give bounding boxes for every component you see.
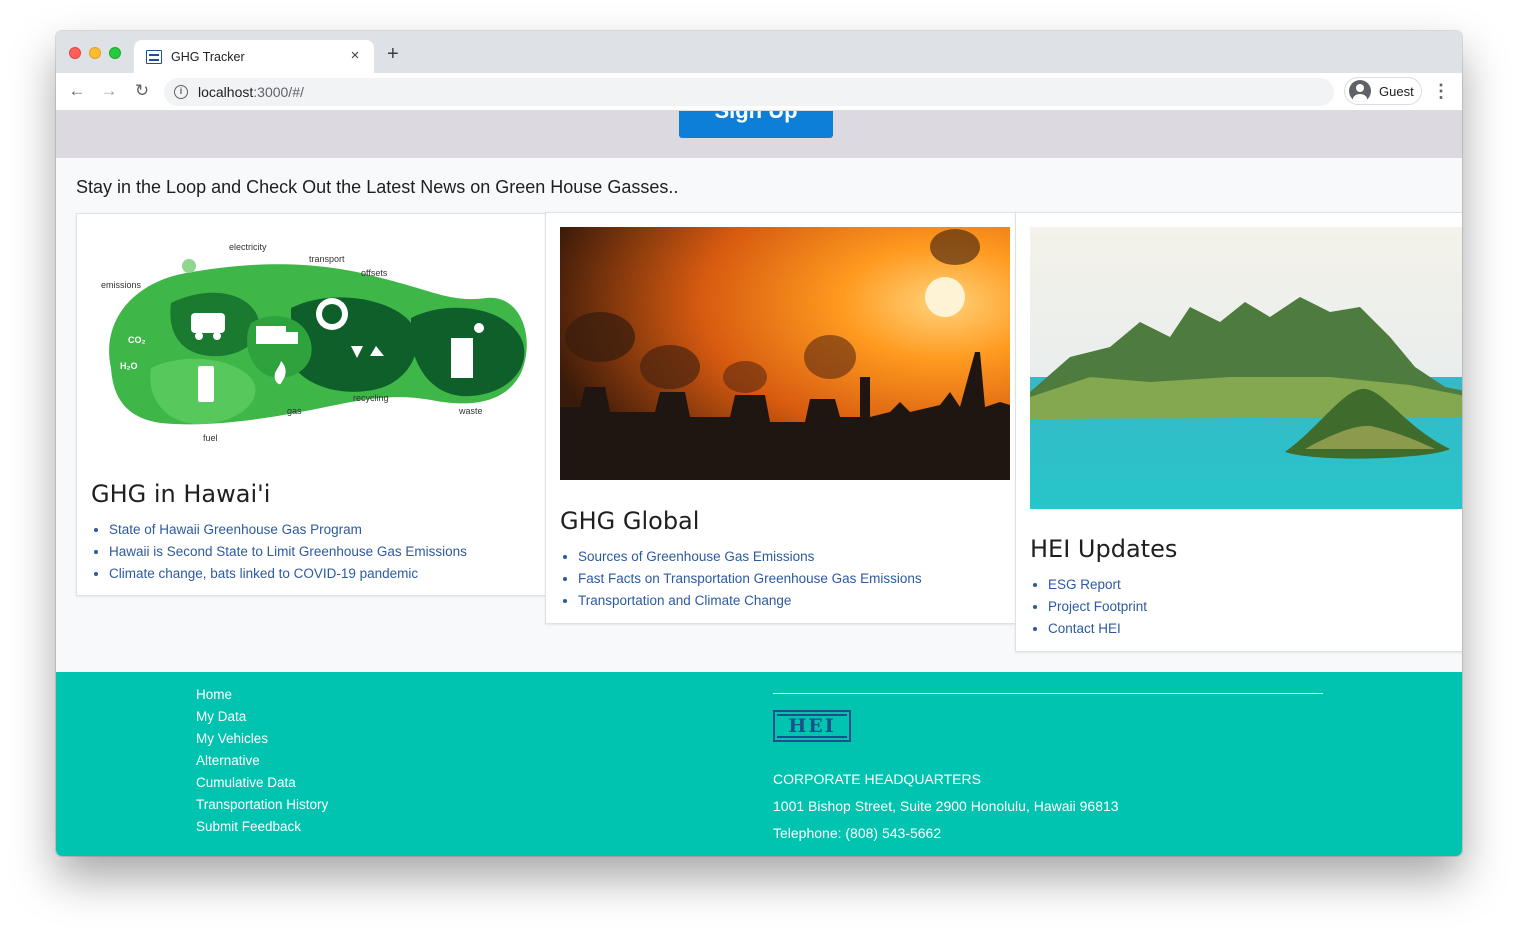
footer-link-home[interactable]: Home xyxy=(196,684,328,706)
link-item[interactable]: Contact HEI xyxy=(1048,618,1147,640)
svg-text:H₂O: H₂O xyxy=(120,361,138,371)
link-item[interactable]: Climate change, bats linked to COVID-19 … xyxy=(109,563,467,585)
profile-button[interactable]: Guest xyxy=(1344,77,1422,105)
sign-up-button[interactable]: Sign Up xyxy=(679,111,833,138)
browser-toolbar: ← → ↻ i localhost:3000/#/ Guest ⋮ xyxy=(56,73,1462,111)
hq-title: CORPORATE HEADQUARTERS xyxy=(773,771,981,787)
footer-nav: Home My Data My Vehicles Alternative Cum… xyxy=(196,684,328,838)
link-item[interactable]: State of Hawaii Greenhouse Gas Program xyxy=(109,519,467,541)
card-ghg-hawaii: CO₂ H₂O electricity transport offsets em… xyxy=(76,213,546,596)
card-link-list: ESG Report Project Footprint Contact HEI xyxy=(1048,574,1147,640)
tab-strip: GHG Tracker × + xyxy=(56,31,1462,73)
reload-icon[interactable]: ↻ xyxy=(131,81,153,101)
news-heading: Stay in the Loop and Check Out the Lates… xyxy=(76,177,679,197)
address-bar[interactable]: i localhost:3000/#/ xyxy=(164,78,1334,106)
footer-divider xyxy=(773,693,1323,694)
label-electricity: electricity xyxy=(229,242,267,252)
hawaii-island-image xyxy=(1030,227,1462,509)
card-link-list: Sources of Greenhouse Gas Emissions Fast… xyxy=(578,546,922,612)
smokestacks-sunset-image xyxy=(560,227,1010,480)
tab-close-icon[interactable]: × xyxy=(346,47,364,64)
close-window-button[interactable] xyxy=(69,47,81,59)
carbon-footprint-image: CO₂ H₂O electricity transport offsets em… xyxy=(91,228,533,458)
footer-link-transportation-history[interactable]: Transportation History xyxy=(196,794,328,816)
label-emissions: emissions xyxy=(101,280,142,290)
browser-tab[interactable]: GHG Tracker × xyxy=(134,40,374,73)
maximize-window-button[interactable] xyxy=(109,47,121,59)
url-path: :3000/#/ xyxy=(253,84,304,100)
minimize-window-button[interactable] xyxy=(89,47,101,59)
card-link-list: State of Hawaii Greenhouse Gas Program H… xyxy=(109,519,467,585)
label-gas: gas xyxy=(287,406,302,416)
forward-arrow-icon[interactable]: → xyxy=(98,81,120,101)
footer-link-alternative[interactable]: Alternative xyxy=(196,750,328,772)
hq-address: 1001 Bishop Street, Suite 2900 Honolulu,… xyxy=(773,798,1119,814)
footer-link-cumulative-data[interactable]: Cumulative Data xyxy=(196,772,328,794)
footer-link-my-data[interactable]: My Data xyxy=(196,706,328,728)
new-tab-button[interactable]: + xyxy=(387,44,399,64)
hei-logo: HEI xyxy=(773,710,851,742)
card-title: HEI Updates xyxy=(1030,535,1178,563)
back-arrow-icon[interactable]: ← xyxy=(66,81,88,101)
footer-link-my-vehicles[interactable]: My Vehicles xyxy=(196,728,328,750)
link-item[interactable]: Transportation and Climate Change xyxy=(578,590,922,612)
profile-label: Guest xyxy=(1379,83,1414,99)
label-offsets: offsets xyxy=(361,268,388,278)
card-ghg-global: GHG Global Sources of Greenhouse Gas Emi… xyxy=(545,212,1016,624)
hei-logo-text: HEI xyxy=(788,715,836,737)
url-host: localhost xyxy=(198,84,254,100)
label-waste: waste xyxy=(458,406,483,416)
card-title: GHG in Hawai'i xyxy=(91,480,271,508)
site-info-icon[interactable]: i xyxy=(174,85,188,99)
label-fuel: fuel xyxy=(203,433,218,443)
card-title: GHG Global xyxy=(560,507,700,535)
footer-contact-info: CORPORATE HEADQUARTERS 1001 Bishop Stree… xyxy=(773,766,1119,847)
hq-telephone: Telephone: (808) 543-5662 xyxy=(773,825,942,841)
browser-menu-icon[interactable]: ⋮ xyxy=(1432,81,1450,101)
footer-link-submit-feedback[interactable]: Submit Feedback xyxy=(196,816,328,838)
label-recycling: recycling xyxy=(353,393,389,403)
signup-band: Sign Up xyxy=(56,111,1462,158)
svg-text:CO₂: CO₂ xyxy=(128,335,146,345)
avatar-icon xyxy=(1349,80,1371,102)
footer: Home My Data My Vehicles Alternative Cum… xyxy=(56,672,1462,856)
link-item[interactable]: Fast Facts on Transportation Greenhouse … xyxy=(578,568,922,590)
label-transport: transport xyxy=(309,254,345,264)
link-item[interactable]: ESG Report xyxy=(1048,574,1147,596)
page-content: Sign Up Stay in the Loop and Check Out t… xyxy=(56,111,1462,856)
card-hei-updates: HEI Updates ESG Report Project Footprint… xyxy=(1015,212,1462,652)
browser-window: GHG Tracker × + ← → ↻ i localhost:3000/#… xyxy=(56,31,1462,856)
hei-favicon-icon xyxy=(146,49,162,64)
link-item[interactable]: Sources of Greenhouse Gas Emissions xyxy=(578,546,922,568)
link-item[interactable]: Project Footprint xyxy=(1048,596,1147,618)
tab-title: GHG Tracker xyxy=(171,49,245,64)
link-item[interactable]: Hawaii is Second State to Limit Greenhou… xyxy=(109,541,467,563)
